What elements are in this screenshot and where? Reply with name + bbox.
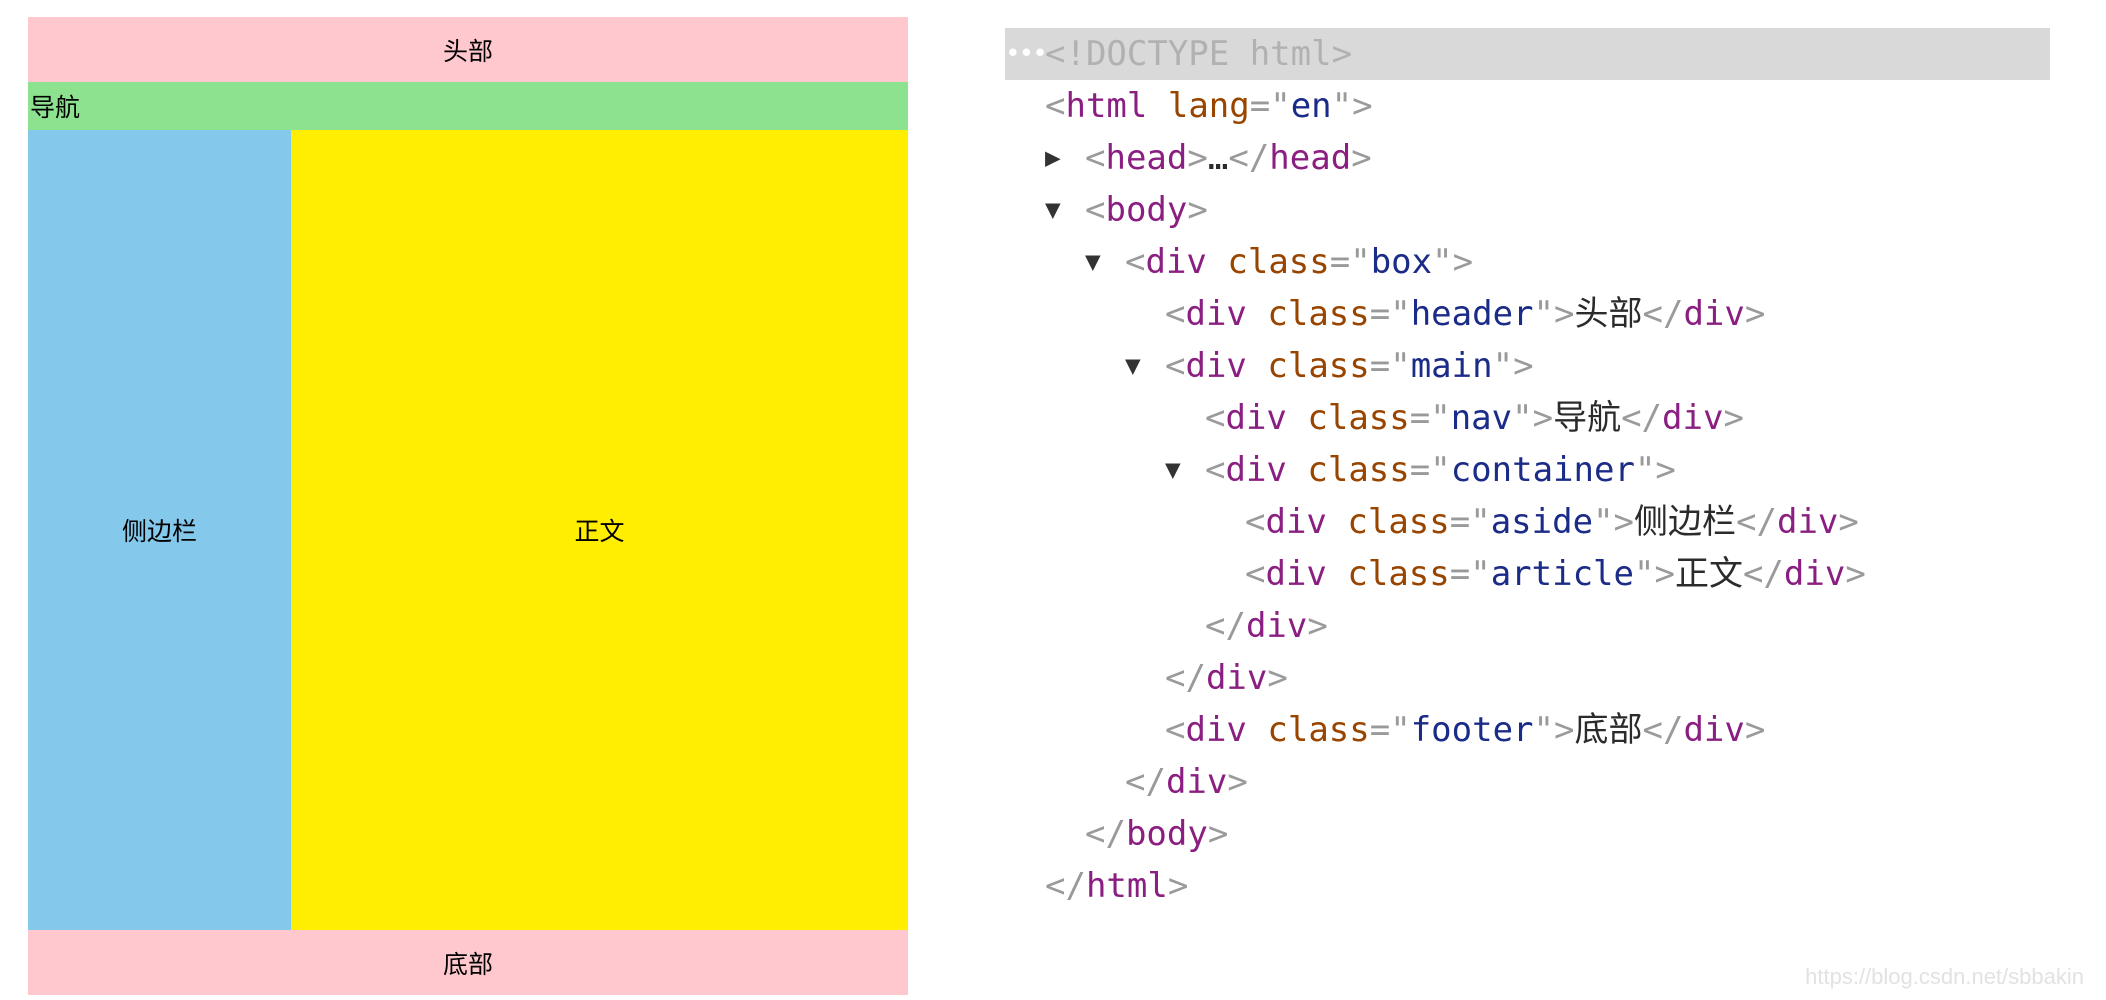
preview-nav-text: 导航 <box>30 93 81 122</box>
tree-row-html[interactable]: <html lang="en"> <box>1045 80 1373 132</box>
attr-name: class <box>1307 450 1410 490</box>
attr-value: article <box>1490 554 1634 594</box>
attr-name: class <box>1267 346 1370 386</box>
tree-row-main-close[interactable]: </div> <box>1165 652 1288 704</box>
tree-row-box[interactable]: ▼ <div class="box"> <box>1085 236 1473 288</box>
watermark: https://blog.csdn.net/sbbakin <box>1805 964 2084 989</box>
tree-row-main[interactable]: ▼ <div class="main"> <box>1125 340 1534 392</box>
node-text: 导航 <box>1553 398 1622 438</box>
tag-name: div <box>1245 606 1308 646</box>
preview-aside: 侧边栏 <box>28 130 291 930</box>
tag-name: div <box>1265 554 1327 594</box>
page-preview: 头部 导航 侧边栏 正文 底部 <box>28 17 908 997</box>
tree-row-body-close[interactable]: </body> <box>1085 808 1228 860</box>
attr-value: container <box>1450 450 1635 490</box>
tag-name: div <box>1185 294 1247 334</box>
tag-name: div <box>1225 398 1287 438</box>
tree-row-box-close[interactable]: </div> <box>1125 756 1248 808</box>
tag-name: div <box>1265 502 1327 542</box>
tree-row-doctype[interactable]: •••<!DOCTYPE html> <box>1005 28 2050 80</box>
preview-footer: 底部 <box>28 930 908 995</box>
attr-name: class <box>1347 554 1450 594</box>
collapsed-ellipsis: … <box>1207 138 1229 178</box>
preview-aside-text: 侧边栏 <box>121 517 197 546</box>
tree-row-nav[interactable]: <div class="nav">导航</div> <box>1205 392 1744 444</box>
tag-name: div <box>1165 762 1228 802</box>
more-options-icon[interactable]: ••• <box>1005 28 1048 80</box>
tag-name: body <box>1105 190 1188 230</box>
node-text: 底部 <box>1574 710 1643 750</box>
node-text: 侧边栏 <box>1634 502 1737 542</box>
attr-name: lang <box>1167 86 1250 126</box>
collapse-triangle-icon[interactable]: ▼ <box>1085 236 1125 288</box>
tag-name: div <box>1225 450 1287 490</box>
attr-value: nav <box>1450 398 1513 438</box>
tree-row-header[interactable]: <div class="header">头部</div> <box>1165 288 1765 340</box>
preview-nav: 导航 <box>28 82 908 130</box>
attr-value: box <box>1370 242 1433 282</box>
attr-name: class <box>1347 502 1450 542</box>
attr-value: main <box>1410 346 1493 386</box>
tree-row-article[interactable]: <div class="article">正文</div> <box>1245 548 1866 600</box>
preview-footer-text: 底部 <box>442 949 493 979</box>
tag-name: div <box>1185 346 1247 386</box>
tag-name: div <box>1185 710 1247 750</box>
attr-value: header <box>1410 294 1534 334</box>
attr-value: aside <box>1490 502 1594 542</box>
preview-header: 头部 <box>28 17 908 82</box>
tag-name: div <box>1783 554 1846 594</box>
tag-name: div <box>1683 710 1745 750</box>
tag-name: head <box>1105 138 1188 178</box>
tree-row-body[interactable]: ▼ <body> <box>1045 184 1208 236</box>
doctype-text: <!DOCTYPE html> <box>1045 34 1353 74</box>
tag-name: div <box>1683 294 1745 334</box>
expand-triangle-icon[interactable]: ▶ <box>1045 132 1085 184</box>
tag-name: div <box>1205 658 1268 698</box>
tree-row-html-close[interactable]: </html> <box>1045 860 1188 912</box>
attr-name: class <box>1267 294 1370 334</box>
tag-name: body <box>1125 814 1208 854</box>
preview-header-text: 头部 <box>442 36 493 66</box>
node-text: 正文 <box>1674 554 1743 594</box>
tree-row-head[interactable]: ▶ <head>…</head> <box>1045 132 1372 184</box>
collapse-triangle-icon[interactable]: ▼ <box>1165 444 1205 496</box>
collapse-triangle-icon[interactable]: ▼ <box>1045 184 1085 236</box>
tag-name: html <box>1085 866 1168 906</box>
attr-value: en <box>1290 86 1332 126</box>
tree-row-container[interactable]: ▼ <div class="container"> <box>1165 444 1676 496</box>
tree-row-footer[interactable]: <div class="footer">底部</div> <box>1165 704 1765 756</box>
tree-row-aside[interactable]: <div class="aside">侧边栏</div> <box>1245 496 1859 548</box>
attr-name: class <box>1307 398 1410 438</box>
attr-name: class <box>1267 710 1370 750</box>
tag-name: div <box>1776 502 1839 542</box>
attr-name: class <box>1227 242 1330 282</box>
collapse-triangle-icon[interactable]: ▼ <box>1125 340 1165 392</box>
preview-article-text: 正文 <box>574 517 625 546</box>
tag-name: head <box>1269 138 1352 178</box>
tag-name: div <box>1145 242 1207 282</box>
attr-value: footer <box>1410 710 1534 750</box>
tag-name: div <box>1662 398 1724 438</box>
tag-name: html <box>1065 86 1148 126</box>
preview-article: 正文 <box>291 130 908 930</box>
tree-row-container-close[interactable]: </div> <box>1205 600 1328 652</box>
node-text: 头部 <box>1574 294 1643 334</box>
